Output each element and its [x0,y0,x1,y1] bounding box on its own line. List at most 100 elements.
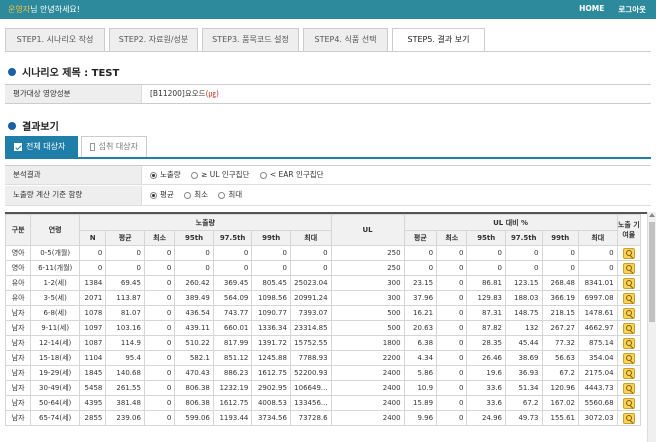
cell-ul-p99: 0 [541,260,579,276]
checkbox-icon[interactable] [14,143,22,151]
radio-ear-population[interactable]: < EAR 인구집단 [259,166,324,184]
checkbox-icon[interactable] [90,143,95,151]
cell-ul-p975: 49.73 [505,410,543,426]
cell-n: 1087 [79,335,107,351]
tab-divider [5,51,651,52]
cell-mean: 103.16 [105,320,145,336]
scrollbar-thumb[interactable] [649,222,655,322]
magnifier-icon[interactable] [622,292,635,304]
tab-step1[interactable]: STEP1. 시나리오 작성 [5,28,105,52]
header-p975: 97.5th [212,230,253,246]
cell-contribution [616,395,642,411]
cell-p975: 369.45 [212,275,253,291]
cell-p95: 806.38 [174,395,214,411]
cell-ul-min: 0 [436,365,468,381]
tab-step5[interactable]: STEP5. 결과 보기 [392,28,485,52]
radio-basis-min[interactable]: 최소 [184,186,208,204]
results-table: 구분 연령 노출량 UL UL 대비 % 노출 기여율 N 평균 최소 95th… [5,214,642,426]
cell-mean: 81.07 [105,305,145,321]
radio-dot-icon[interactable] [191,171,199,179]
header-ul: UL [330,214,405,246]
cell-contribution [616,290,642,306]
cell-p95: 582.1 [174,350,214,366]
magnifier-icon[interactable] [622,382,635,394]
cell-ul-max: 0 [578,260,618,276]
cell-mean: 0 [105,245,145,261]
cell-ul-min: 0 [436,320,468,336]
home-link[interactable]: HOME [579,4,604,15]
radio-ul-population[interactable]: ≥ UL 인구집단 [191,166,249,184]
cell-ul-min: 0 [436,395,468,411]
magnifier-icon[interactable] [622,307,635,319]
cell-ul-p99: 155.61 [541,410,579,426]
cell-p975: 886.23 [212,365,253,381]
table-row: 유아 3-5(세) 2071 113.87 0 389.49 564.09 1098.56 20… [5,290,642,306]
radio-dot-icon[interactable] [184,191,192,199]
magnifier-icon[interactable] [622,247,635,259]
tab-step3[interactable]: STEP3. 품목코드 설정 [202,28,299,52]
cell-ul-p95: 33.6 [466,380,506,396]
nutrient-row: 평가대상 영양성분 [B11200]요오드(㎍) [5,84,651,104]
subtab-all-subjects[interactable]: 전체 대상자 [5,136,78,158]
cell-ul-max: 354.04 [578,350,618,366]
cell-ul-p95: 26.46 [466,350,506,366]
cell-n: 1104 [79,350,107,366]
radio-basis-mean[interactable]: 평균 [150,186,174,204]
magnifier-icon[interactable] [622,397,635,409]
table-row: 유아 1-2(세) 1384 69.45 0 260.42 369.45 805.45 2502… [5,275,642,291]
magnifier-icon[interactable] [622,337,635,349]
cell-ul-p99: 267.27 [541,320,579,336]
tab-step2[interactable]: STEP2. 자료원/성분 [109,28,198,52]
cell-p95: 439.11 [174,320,214,336]
radio-dot-icon[interactable] [150,191,157,199]
magnifier-icon[interactable] [622,352,635,364]
cell-min: 0 [143,335,176,351]
radio-ul-label: ≥ UL 인구집단 [201,170,250,179]
scroll-up-icon[interactable] [649,213,655,217]
cell-p975: 743.77 [212,305,253,321]
magnifier-icon[interactable] [622,262,635,274]
cell-min: 0 [143,245,176,261]
subtab-intake-label: 섭취 대상자 [98,142,138,151]
results-table-body: 영아 0-5(개월) 0 0 0 0 0 0 0 250 0 0 0 0 0 0 영아 6-11(개월) 0 0 0 0 0… [5,245,642,426]
cell-min: 0 [143,275,176,291]
cell-ul-mean: 10.9 [403,380,438,396]
magnifier-icon[interactable] [622,277,635,289]
cell-ul-max: 5560.68 [578,395,618,411]
radio-exposure[interactable]: 노출량 [150,166,181,184]
cell-mean: 239.06 [105,410,145,426]
table-scrollbar[interactable] [647,212,656,442]
cell-ul-p975: 148.75 [505,305,543,321]
cell-ul-p975: 67.2 [505,395,543,411]
subtab-intake-subjects[interactable]: 섭취 대상자 [81,136,147,158]
cell-contribution [616,260,642,276]
cell-contribution [616,335,642,351]
cell-ul-p99: 218.15 [541,305,579,321]
cell-n: 5458 [79,380,107,396]
cell-contribution [616,365,642,381]
tab-step4[interactable]: STEP4. 식품 선택 [303,28,388,52]
cell-p975: 1193.44 [212,410,253,426]
cell-gender: 남자 [5,395,32,411]
radio-basis-max[interactable]: 최대 [218,186,242,204]
scenario-title: 시나리오 제목 : TEST [22,68,120,79]
magnifier-icon[interactable] [622,367,635,379]
analysis-label: 분석결과 [5,166,142,184]
cell-p99: 805.45 [251,275,291,291]
cell-ul-p95: 87.82 [466,320,506,336]
logout-link[interactable]: 로그아웃 [618,4,646,15]
radio-dot-icon[interactable] [259,171,267,179]
cell-min: 0 [143,350,176,366]
cell-p975: 660.01 [212,320,253,336]
radio-ear-label: < EAR 인구집단 [269,170,324,179]
nutrient-unit: (㎍) [205,89,219,98]
cell-ul-mean: 6.38 [403,335,438,351]
magnifier-icon[interactable] [622,322,635,334]
radio-dot-icon[interactable] [150,171,157,179]
radio-dot-icon[interactable] [218,191,226,199]
cell-mean: 113.87 [105,290,145,306]
magnifier-icon[interactable] [622,412,635,424]
cell-min: 0 [143,305,176,321]
results-table-container[interactable]: 구분 연령 노출량 UL UL 대비 % 노출 기여율 N 평균 최소 95th… [5,212,651,442]
cell-ul: 500 [330,305,405,321]
